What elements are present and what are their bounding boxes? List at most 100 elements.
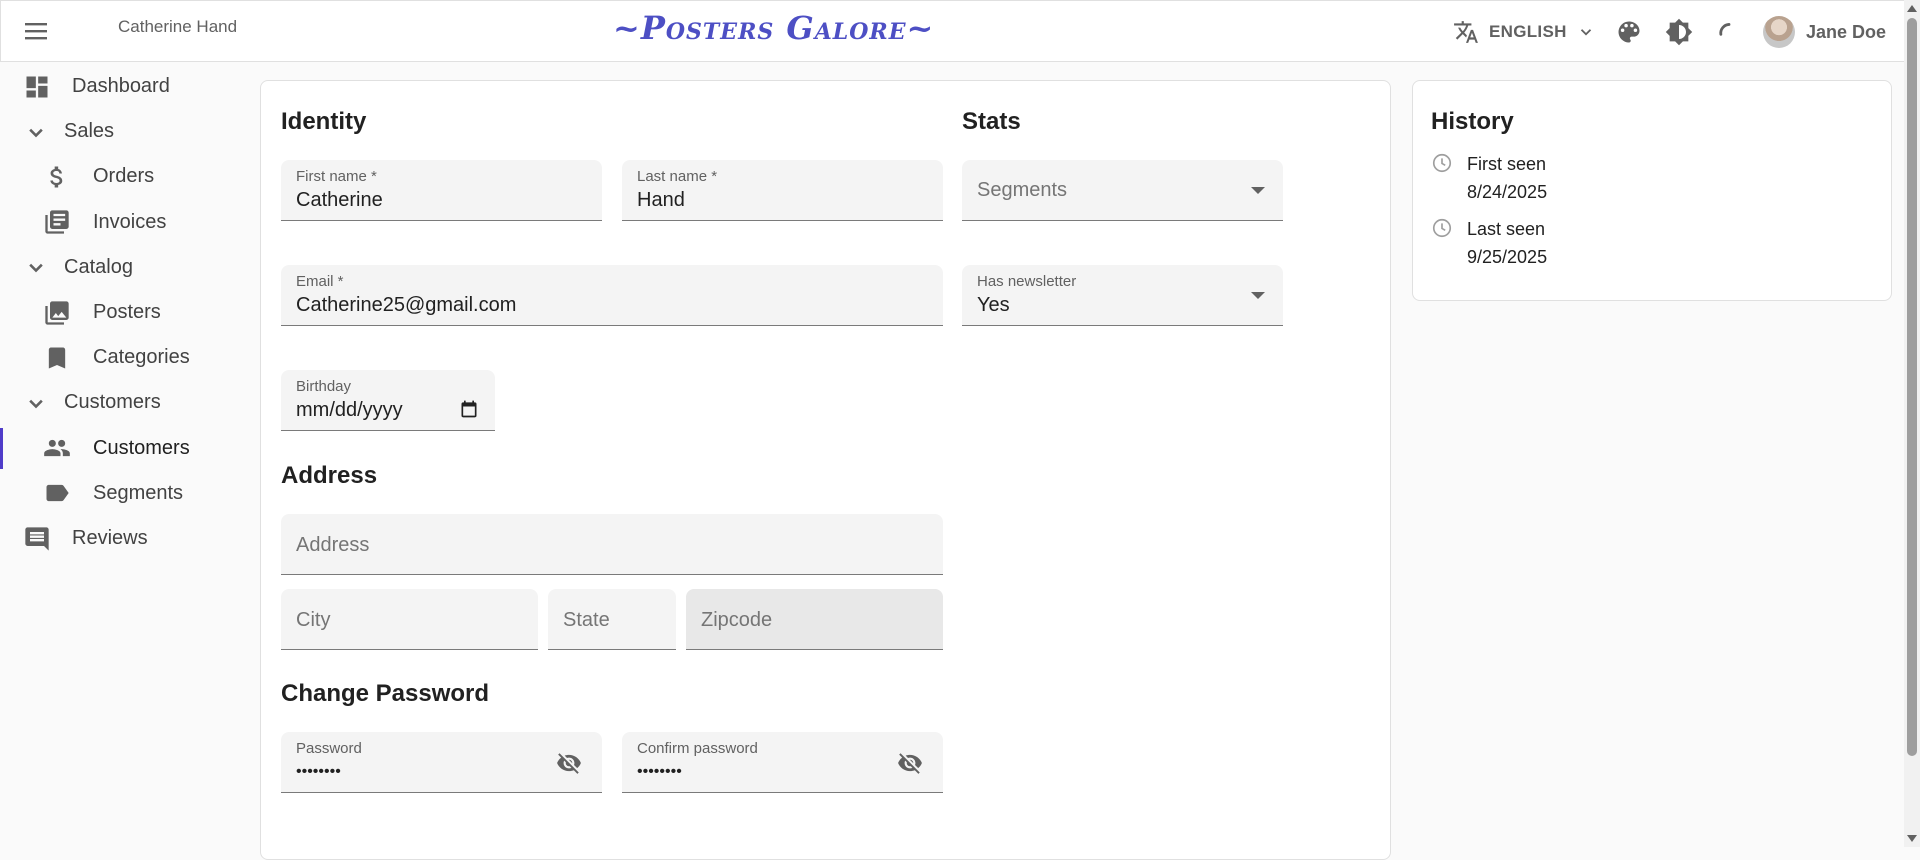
city-field[interactable]: City — [281, 589, 538, 650]
sidebar-item-label: Dashboard — [72, 75, 170, 97]
stats-heading: Stats — [962, 108, 1021, 135]
people-icon — [44, 439, 70, 457]
address-placeholder: Address — [296, 534, 370, 556]
first-name-field[interactable]: First name * Catherine — [281, 160, 602, 221]
avatar — [1763, 16, 1795, 48]
sidebar-item-customers[interactable]: Customers — [0, 426, 250, 471]
segments-placeholder: Segments — [977, 179, 1068, 201]
confirm-password-value: •••••••• — [637, 763, 682, 780]
first-seen-row: First seen 8/24/2025 — [1431, 150, 1547, 206]
confirm-password-label: Confirm password — [637, 740, 758, 757]
sidebar-group-sales[interactable]: Sales — [0, 109, 250, 154]
brightness-icon[interactable] — [1665, 18, 1693, 46]
dropdown-arrow-icon — [1251, 292, 1265, 299]
sidebar-item-label: Customers — [93, 436, 190, 459]
scroll-up-arrow-icon[interactable] — [1907, 5, 1917, 12]
password-field[interactable]: Password •••••••• — [281, 732, 602, 793]
app-bar: Catherine Hand ~Posters Galore~ ENGLISH … — [0, 0, 1904, 62]
state-placeholder: State — [563, 609, 610, 631]
language-label: ENGLISH — [1489, 22, 1567, 41]
first-seen-date: 8/24/2025 — [1467, 182, 1548, 202]
clock-icon — [1432, 153, 1452, 173]
visibility-off-icon[interactable] — [556, 750, 582, 776]
sidebar-item-label: Customers — [64, 391, 161, 414]
chevron-down-icon — [29, 264, 43, 273]
newsletter-value: Yes — [977, 294, 1010, 316]
dropdown-arrow-icon — [1251, 187, 1265, 194]
visibility-off-icon[interactable] — [897, 750, 923, 776]
chevron-down-icon — [1580, 29, 1591, 36]
translate-icon — [1454, 21, 1478, 43]
last-name-value: Hand — [637, 189, 685, 211]
last-seen-date: 9/25/2025 — [1467, 247, 1548, 267]
segments-select[interactable]: Segments — [962, 160, 1283, 221]
sidebar-item-label: Categories — [93, 346, 190, 369]
sidebar-item-label: Orders — [93, 165, 155, 188]
birthday-field[interactable]: Birthday mm/dd/yyyy — [281, 370, 495, 431]
sidebar-item-label: Catalog — [64, 255, 133, 278]
sidebar-item-label: Sales — [64, 120, 115, 143]
scroll-down-arrow-icon[interactable] — [1907, 835, 1917, 842]
sidebar-item-categories[interactable]: Categories — [0, 335, 250, 380]
chevron-down-icon — [29, 128, 43, 138]
image-icon — [45, 300, 69, 325]
sidebar-item-label: Reviews — [72, 527, 148, 549]
birthday-label: Birthday — [296, 378, 352, 395]
calendar-icon[interactable] — [459, 399, 479, 419]
label-icon — [46, 485, 69, 502]
confirm-password-field[interactable]: Confirm password •••••••• — [622, 732, 943, 793]
scrollbar-thumb[interactable] — [1907, 18, 1917, 756]
comment-icon — [25, 526, 49, 551]
app-logo: ~Posters Galore~ — [613, 9, 935, 47]
zipcode-placeholder: Zipcode — [701, 609, 773, 631]
page-title: Catherine Hand — [118, 17, 238, 36]
first-name-label: First name * — [296, 168, 377, 185]
customer-edit-form: Identity Stats First name * Catherine La… — [260, 80, 1391, 860]
palette-icon[interactable] — [1615, 18, 1643, 46]
sidebar-item-posters[interactable]: Posters — [0, 290, 250, 335]
sidebar-item-label: Segments — [93, 481, 184, 504]
menu-icon[interactable] — [23, 20, 49, 42]
first-name-value: Catherine — [296, 189, 383, 211]
last-name-label: Last name * — [637, 168, 718, 185]
sidebar-item-segments[interactable]: Segments — [0, 471, 250, 516]
last-name-field[interactable]: Last name * Hand — [622, 160, 943, 221]
state-field[interactable]: State — [548, 589, 676, 650]
invoices-icon — [45, 210, 69, 234]
sidebar-item-reviews[interactable]: Reviews — [0, 516, 250, 561]
address-heading: Address — [281, 462, 378, 489]
password-value: •••••••• — [296, 763, 341, 780]
chevron-down-icon — [29, 399, 43, 409]
dollar-icon — [50, 166, 63, 188]
user-menu[interactable]: Jane Doe — [1763, 15, 1886, 49]
sidebar-group-customers[interactable]: Customers — [0, 380, 250, 425]
email-field[interactable]: Email * Catherine25@gmail.com — [281, 265, 943, 326]
loading-spinner-icon — [1719, 23, 1731, 36]
newsletter-label: Has newsletter — [977, 273, 1077, 290]
newsletter-select[interactable]: Has newsletter Yes — [962, 265, 1283, 326]
first-seen-label: First seen — [1467, 154, 1547, 174]
address-field[interactable]: Address — [281, 514, 943, 575]
sidebar-group-catalog[interactable]: Catalog — [0, 245, 250, 290]
sidebar-item-orders[interactable]: Orders — [0, 154, 250, 199]
history-panel: History First seen 8/24/2025 Last seen 9… — [1412, 80, 1892, 301]
sidebar-item-label: Posters — [93, 301, 161, 323]
sidebar-item-invoices[interactable]: Invoices — [0, 200, 250, 245]
page-scrollbar[interactable] — [1904, 0, 1920, 847]
sidebar-item-dashboard[interactable]: Dashboard — [0, 64, 250, 109]
user-name: Jane Doe — [1806, 21, 1887, 42]
sidebar-item-label: Invoices — [93, 210, 167, 233]
email-label: Email * — [296, 273, 344, 290]
language-selector[interactable]: ENGLISH — [1453, 19, 1595, 45]
email-value: Catherine25@gmail.com — [296, 294, 517, 316]
last-seen-label: Last seen — [1467, 219, 1546, 239]
password-label: Password — [296, 740, 362, 757]
zipcode-field[interactable]: Zipcode — [686, 589, 943, 650]
change-password-heading: Change Password — [281, 680, 490, 707]
bookmark-icon — [48, 347, 66, 369]
birthday-placeholder: mm/dd/yyyy — [296, 399, 403, 421]
city-placeholder: City — [296, 609, 331, 631]
last-seen-row: Last seen 9/25/2025 — [1431, 215, 1547, 271]
history-heading: History — [1431, 108, 1514, 135]
dashboard-icon — [26, 76, 48, 97]
